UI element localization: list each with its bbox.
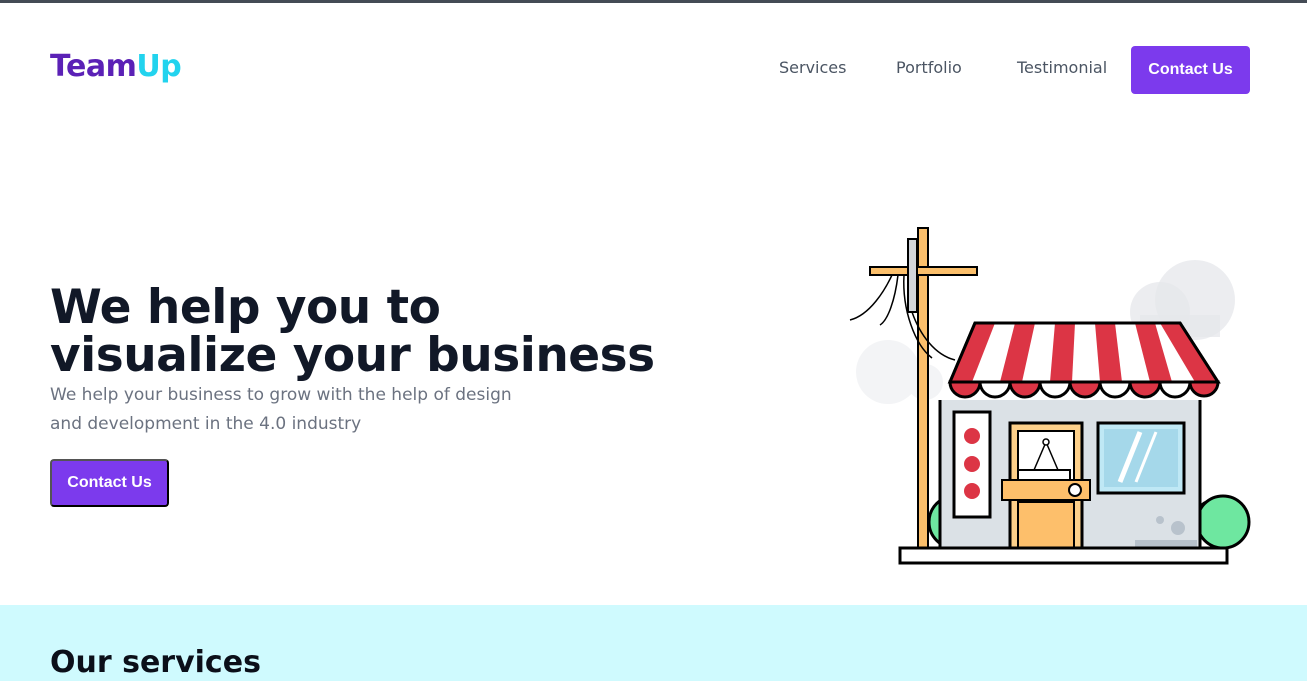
brand-logo-part-team: Team	[50, 49, 137, 84]
services-heading: Our services	[50, 645, 261, 680]
storefront-illustration	[849, 227, 1251, 565]
hero-title: We help you to visualize your business	[50, 284, 655, 380]
header-contact-button[interactable]: Contact Us	[1131, 46, 1250, 94]
brand-logo[interactable]: TeamUp	[50, 49, 182, 84]
nav-link-portfolio[interactable]: Portfolio	[896, 58, 962, 77]
hero-title-line-2: visualize your business	[50, 328, 655, 383]
hero-contact-button[interactable]: Contact Us	[50, 459, 169, 507]
site-header: TeamUp Services Portfolio Testimonial Co…	[0, 3, 1307, 103]
hero-subtitle: We help your business to grow with the h…	[50, 385, 512, 434]
nav-link-services[interactable]: Services	[779, 58, 846, 77]
nav-link-testimonial[interactable]: Testimonial	[1017, 58, 1107, 77]
brand-logo-part-up: Up	[136, 49, 182, 84]
hero-title-line-1: We help you to	[50, 280, 441, 335]
services-section: Our services	[0, 605, 1307, 681]
